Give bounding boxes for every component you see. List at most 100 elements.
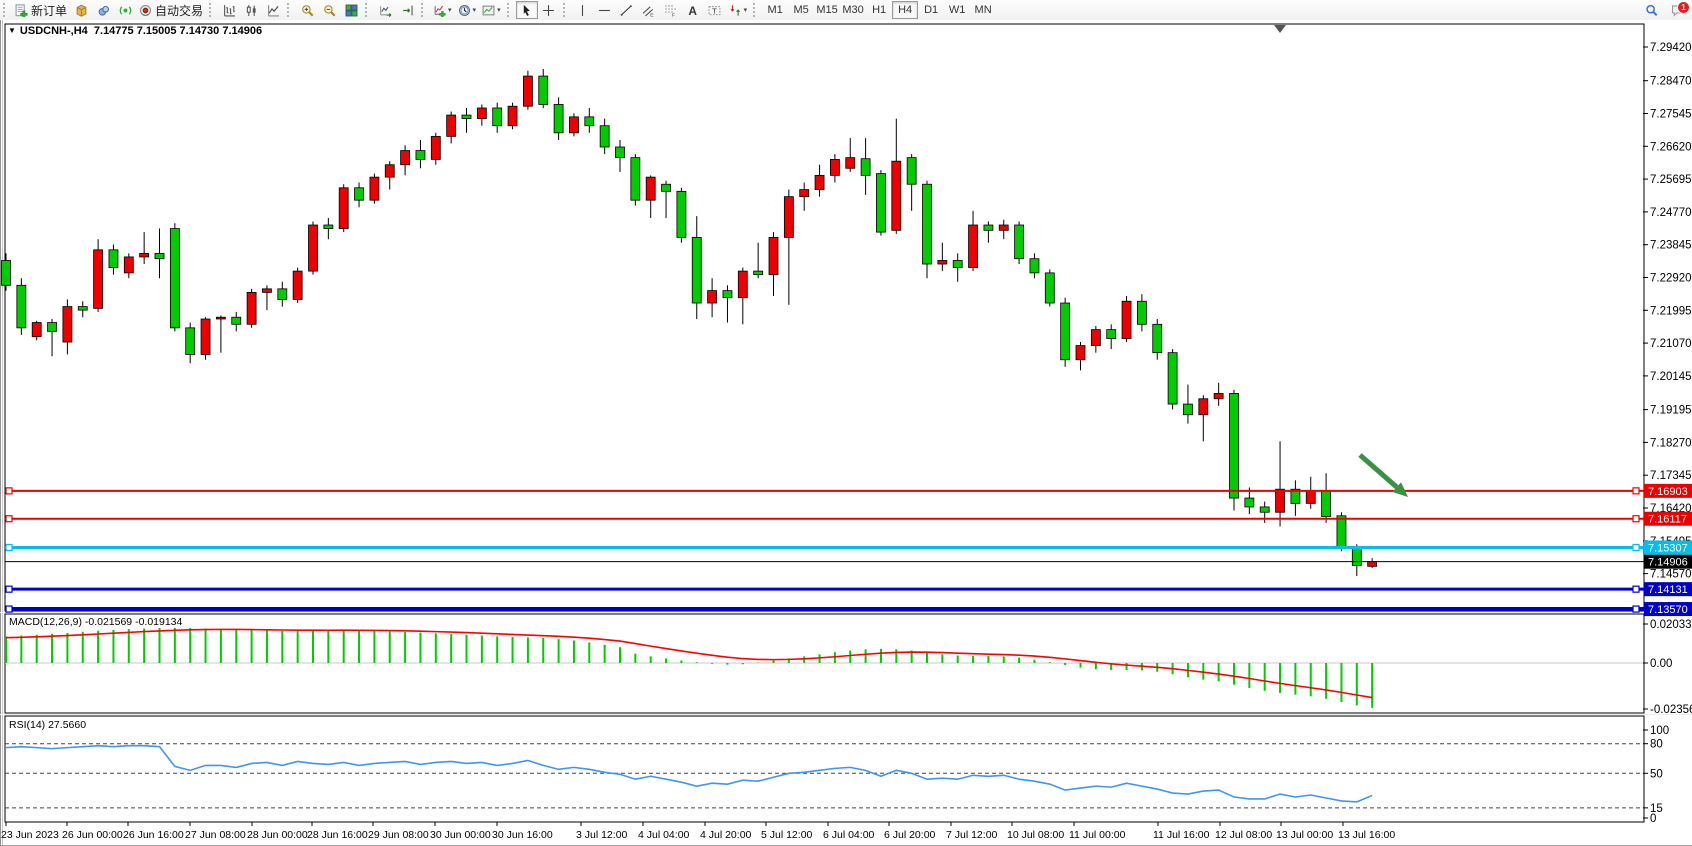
fibonacci-button[interactable]: F [660, 1, 682, 19]
timeframe-w1-button[interactable]: W1 [944, 1, 970, 19]
auto-scroll-button[interactable] [374, 1, 396, 19]
fibo-icon: F [664, 4, 677, 17]
line-handle[interactable] [6, 516, 12, 522]
chat-button[interactable]: 1 [1666, 1, 1688, 19]
svg-text:F: F [672, 12, 675, 16]
line-handle[interactable] [1633, 586, 1639, 592]
dropdown-caret-icon[interactable]: ▾ [473, 6, 477, 14]
macd-axis-label: 0.00 [1650, 658, 1672, 670]
time-tick-label: 10 Jul 08:00 [1007, 829, 1064, 841]
signals-button[interactable] [114, 1, 136, 19]
candle [247, 289, 256, 328]
tile-windows-button[interactable] [340, 1, 362, 19]
text-button[interactable]: A [682, 1, 704, 19]
periods-button[interactable]: ▾ [455, 1, 480, 19]
candlestick-mode-button[interactable] [240, 1, 262, 19]
toolbar-group-grip[interactable] [209, 3, 214, 17]
toolbar-group-grip[interactable] [507, 3, 512, 17]
vertical-line-button[interactable] [572, 1, 594, 19]
new-order-button[interactable]: 新订单 [12, 1, 70, 19]
price-tick-label: 7.27545 [1650, 108, 1692, 120]
timeframe-mn-button[interactable]: MN [970, 1, 996, 19]
chart-title-collapse-icon[interactable]: ▼ [8, 26, 16, 35]
line-handle[interactable] [1633, 544, 1639, 550]
toolbar-group-grip[interactable] [753, 3, 758, 17]
equidistant-channel-button[interactable]: E [638, 1, 660, 19]
autotrading-button-label: 自动交易 [155, 2, 203, 19]
crosshair-button[interactable] [538, 1, 560, 19]
search-icon [1645, 4, 1658, 17]
time-tick-label: 28 Jun 00:00 [247, 829, 308, 841]
templates-button[interactable]: ▾ [479, 1, 504, 19]
bar-chart-mode-button[interactable] [218, 1, 240, 19]
timeframe-h4-button[interactable]: H4 [892, 1, 918, 19]
time-tick-label: 13 Jul 00:00 [1276, 829, 1333, 841]
rsi-axis-label: 0 [1650, 813, 1656, 825]
price-tag-label: 7.15307 [1648, 542, 1688, 554]
price-tick-label: 7.21995 [1650, 305, 1692, 317]
timeframe-m30-button[interactable]: M30 [840, 1, 866, 19]
line-chart-mode-button[interactable] [262, 1, 284, 19]
arrows-button[interactable]: ▾ [726, 1, 751, 19]
timeframe-d1-button[interactable]: D1 [918, 1, 944, 19]
panel-splitter[interactable] [0, 714, 1692, 715]
toolbar-group-grip[interactable] [421, 3, 426, 17]
line-handle[interactable] [1633, 488, 1639, 494]
candle [1061, 298, 1070, 367]
horizontal-line-button[interactable] [594, 1, 616, 19]
terminal-button[interactable] [92, 1, 114, 19]
line-handle[interactable] [6, 488, 12, 494]
candle [1045, 269, 1054, 306]
auto-scroll-icon [379, 4, 392, 17]
line-handle[interactable] [6, 586, 12, 592]
candle [309, 221, 318, 274]
dropdown-caret-icon[interactable]: ▾ [497, 6, 501, 14]
time-tick-label: 30 Jun 00:00 [430, 829, 491, 841]
dropdown-caret-icon[interactable]: ▾ [744, 6, 748, 14]
time-tick-label: 4 Jul 04:00 [638, 829, 690, 841]
line-handle[interactable] [1633, 606, 1639, 612]
crosshair-icon [542, 4, 555, 17]
time-tick-label: 23 Jun 2023 [1, 829, 59, 841]
zoom-out-button[interactable] [318, 1, 340, 19]
timeframe-m15-button[interactable]: M15 [814, 1, 840, 19]
time-axis[interactable]: 23 Jun 202326 Jun 00:0026 Jun 16:0027 Ju… [1, 822, 1395, 841]
templates-icon [482, 4, 495, 17]
price-axis[interactable]: 7.294207.284707.275457.266207.256957.247… [1643, 42, 1692, 581]
line-handle[interactable] [6, 544, 12, 550]
text-label-button[interactable]: T [704, 1, 726, 19]
arrows-icon [729, 4, 742, 17]
time-tick-label: 26 Jun 00:00 [62, 829, 123, 841]
toolbar-group-grip[interactable] [3, 3, 8, 17]
toolbar-group-grip[interactable] [365, 3, 370, 17]
time-tick-label: 11 Jul 16:00 [1153, 829, 1210, 841]
candle [1230, 390, 1239, 511]
timeframe-m5-button[interactable]: M5 [788, 1, 814, 19]
price-tick-label: 7.23845 [1650, 240, 1692, 252]
zoom-in-button[interactable] [296, 1, 318, 19]
autotrading-button[interactable]: 自动交易 [136, 1, 206, 19]
timeframe-h1-button[interactable]: H1 [866, 1, 892, 19]
timeframe-m1-button[interactable]: M1 [762, 1, 788, 19]
chart-canvas[interactable]: 7.294207.284707.275457.266207.256957.247… [0, 20, 1692, 846]
metaeditor-icon [75, 4, 88, 17]
metaeditor-button[interactable] [70, 1, 92, 19]
trendline-button[interactable] [616, 1, 638, 19]
toolbar-group-grip[interactable] [287, 3, 292, 17]
cursor-button[interactable] [516, 1, 538, 19]
tline-icon [620, 4, 633, 17]
price-tick-label: 7.21070 [1650, 338, 1692, 350]
line-handle[interactable] [6, 606, 12, 612]
line-handle[interactable] [1633, 516, 1639, 522]
chart-shift-button[interactable] [396, 1, 418, 19]
search-button[interactable] [1640, 1, 1662, 19]
zoom-out-icon [323, 4, 336, 17]
panel-splitter[interactable] [0, 612, 1692, 613]
dropdown-caret-icon[interactable]: ▾ [448, 6, 452, 14]
time-tick-label: 11 Jul 00:00 [1069, 829, 1126, 841]
price-tick-label: 7.22920 [1650, 272, 1692, 284]
indicators-button[interactable]: ▾ [430, 1, 455, 19]
toolbar-group-grip[interactable] [563, 3, 568, 17]
candle [370, 174, 379, 204]
time-tick-label: 13 Jul 16:00 [1338, 829, 1395, 841]
